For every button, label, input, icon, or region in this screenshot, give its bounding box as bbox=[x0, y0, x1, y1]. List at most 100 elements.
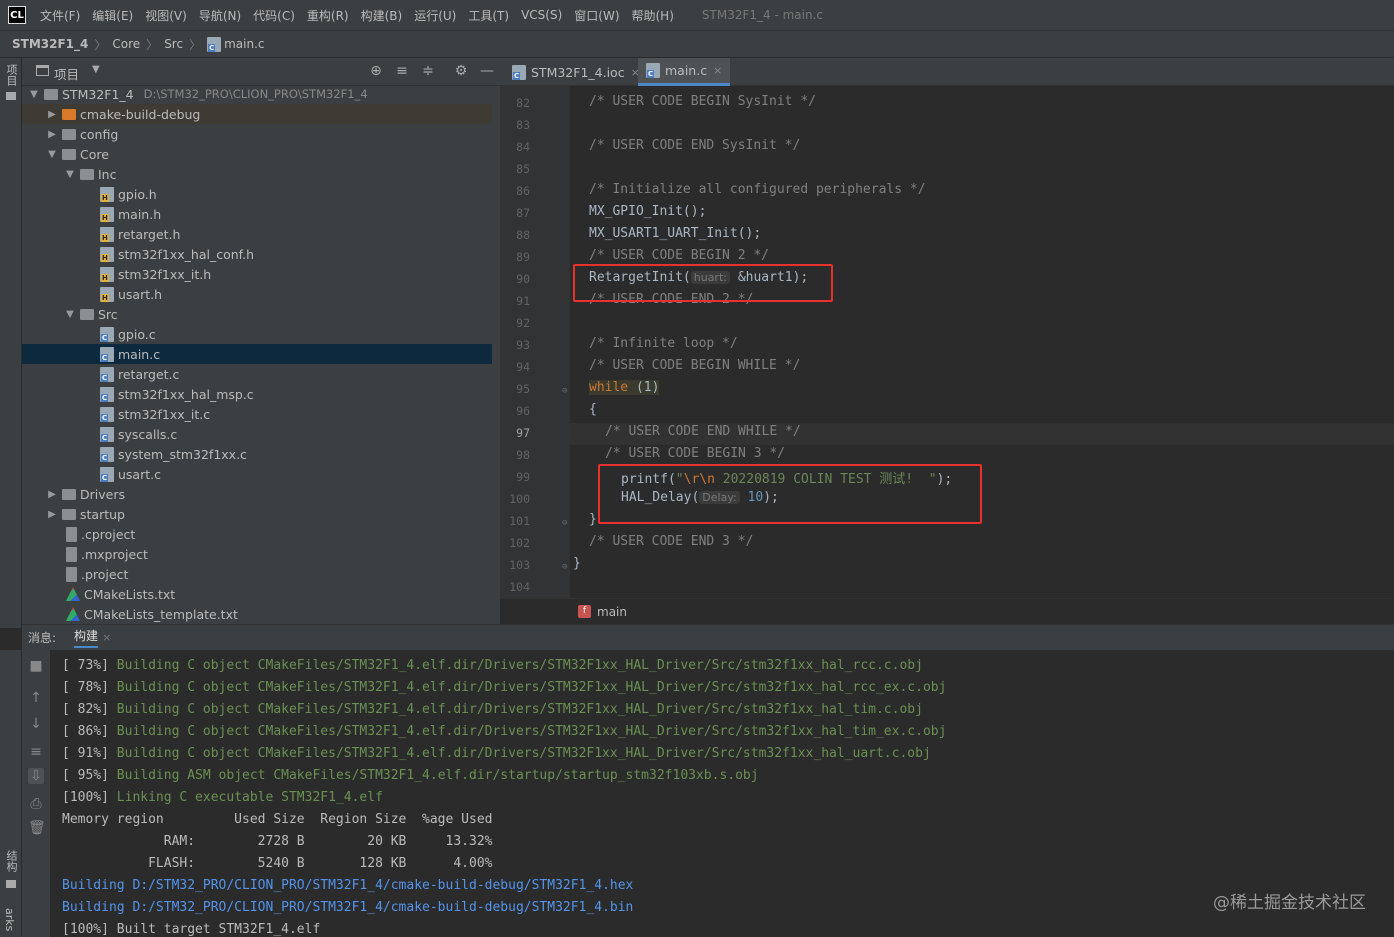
header-file-icon bbox=[100, 206, 114, 222]
breadcrumb-src[interactable]: Src bbox=[164, 37, 183, 51]
build-bin-link[interactable]: Building D:/STM32_PRO/CLION_PRO/STM32F1_… bbox=[62, 900, 633, 915]
tree-item-gpio-c[interactable]: gpio.c bbox=[22, 324, 492, 344]
menu-help[interactable]: 帮助(H) bbox=[626, 7, 680, 24]
scroll-to-end-icon[interactable]: ⇩ bbox=[28, 768, 44, 784]
tree-item-project[interactable]: .project bbox=[22, 564, 492, 584]
chevron-down-icon[interactable]: ▼ bbox=[64, 309, 76, 320]
fold-icon[interactable]: ⊖ bbox=[562, 562, 567, 572]
tree-item-startup[interactable]: ▶ startup bbox=[22, 504, 492, 524]
menu-navigate[interactable]: 导航(N) bbox=[193, 7, 247, 24]
chevron-down-icon[interactable]: ▼ bbox=[46, 149, 58, 160]
chevron-right-icon[interactable]: ▶ bbox=[46, 509, 58, 520]
c-file-icon bbox=[100, 426, 114, 442]
line-number: 94 bbox=[516, 360, 530, 374]
structure-tool-tab[interactable]: 结构 bbox=[3, 850, 19, 872]
tree-item-it-c[interactable]: stm32f1xx_it.c bbox=[22, 404, 492, 424]
build-toolbar: ■ ↑ ↓ ≡ ⇩ ⎙ 🗑 bbox=[22, 650, 50, 937]
line-number: 103 bbox=[509, 558, 530, 572]
menu-window[interactable]: 窗口(W) bbox=[568, 7, 625, 24]
build-hex-link[interactable]: Building D:/STM32_PRO/CLION_PRO/STM32F1_… bbox=[62, 878, 633, 893]
breadcrumb-file[interactable]: main.c bbox=[224, 37, 264, 51]
menu-file[interactable]: 文件(F) bbox=[34, 7, 86, 24]
tree-item-main-c[interactable]: main.c bbox=[22, 344, 492, 364]
chevron-right-icon[interactable]: ▶ bbox=[46, 109, 58, 120]
tree-item-main-h[interactable]: main.h bbox=[22, 204, 492, 224]
tree-item-hal-msp-c[interactable]: stm32f1xx_hal_msp.c bbox=[22, 384, 492, 404]
tree-item-src[interactable]: ▼ Src bbox=[22, 304, 492, 324]
highlight-box-loop bbox=[598, 464, 982, 524]
collapse-all-icon[interactable]: ≑ bbox=[420, 63, 436, 79]
minimize-icon[interactable]: — bbox=[479, 63, 495, 79]
tree-item-syscalls-c[interactable]: syscalls.c bbox=[22, 424, 492, 444]
tree-item-gpio-h[interactable]: gpio.h bbox=[22, 184, 492, 204]
arrow-up-icon[interactable]: ↑ bbox=[28, 690, 44, 706]
menu-view[interactable]: 视图(V) bbox=[139, 7, 193, 24]
tree-item-cproject[interactable]: .cproject bbox=[22, 524, 492, 544]
bookmarks-tool-tab[interactable]: arks bbox=[3, 908, 16, 931]
project-tool-tab[interactable]: 项目 bbox=[3, 64, 19, 86]
tree-item-core[interactable]: ▼ Core bbox=[22, 144, 492, 164]
tree-item-label: stm32f1xx_hal_conf.h bbox=[118, 246, 255, 262]
project-panel-title[interactable]: 项目 bbox=[54, 64, 79, 83]
tree-item-usart-c[interactable]: usart.c bbox=[22, 464, 492, 484]
tree-item-retarget-h[interactable]: retarget.h bbox=[22, 224, 492, 244]
menu-build[interactable]: 构建(B) bbox=[355, 7, 409, 24]
menu-vcs[interactable]: VCS(S) bbox=[515, 8, 568, 22]
tree-item-retarget-c[interactable]: retarget.c bbox=[22, 364, 492, 384]
close-icon[interactable]: × bbox=[713, 64, 722, 77]
tree-item-system-c[interactable]: system_stm32f1xx.c bbox=[22, 444, 492, 464]
menu-tools[interactable]: 工具(T) bbox=[462, 7, 515, 24]
tree-item-cmakelists[interactable]: CMakeLists.txt bbox=[22, 584, 492, 604]
chevron-down-icon[interactable]: ▼ bbox=[28, 89, 40, 100]
chevron-down-icon[interactable]: ▼ bbox=[92, 64, 100, 75]
tree-item-config[interactable]: ▶ config bbox=[22, 124, 492, 144]
arrow-down-icon[interactable]: ↓ bbox=[28, 716, 44, 732]
menu-run[interactable]: 运行(U) bbox=[408, 7, 462, 24]
tree-item-hal-conf-h[interactable]: stm32f1xx_hal_conf.h bbox=[22, 244, 492, 264]
tree-item-usart-h[interactable]: usart.h bbox=[22, 284, 492, 304]
code-line: /* USER CODE BEGIN 3 */ bbox=[605, 446, 786, 461]
chevron-right-icon[interactable]: ▶ bbox=[46, 129, 58, 140]
tab-build[interactable]: 构建 bbox=[74, 627, 99, 648]
gear-icon[interactable]: ⚙ bbox=[453, 63, 469, 79]
tree-item-it-h[interactable]: stm32f1xx_it.h bbox=[22, 264, 492, 284]
tab-ioc[interactable]: STM32F1_4.ioc × bbox=[504, 58, 648, 86]
tree-item-label: gpio.c bbox=[118, 326, 156, 342]
code-editor[interactable]: /* USER CODE BEGIN SysInit */ /* USER CO… bbox=[570, 86, 1394, 598]
tab-main-c[interactable]: main.c × bbox=[638, 58, 731, 86]
breadcrumb-project[interactable]: STM32F1_4 bbox=[12, 37, 88, 51]
cmake-icon bbox=[66, 607, 80, 621]
trash-icon[interactable]: 🗑 bbox=[28, 820, 46, 836]
menu-refactor[interactable]: 重构(R) bbox=[301, 7, 355, 24]
chevron-down-icon[interactable]: ▼ bbox=[64, 169, 76, 180]
tree-item-cmakelists-template[interactable]: CMakeLists_template.txt bbox=[22, 604, 492, 624]
tree-item-cmake-build-debug[interactable]: ▶ cmake-build-debug bbox=[22, 104, 492, 124]
locate-icon[interactable]: ⊕ bbox=[368, 63, 384, 79]
tree-item-label: stm32f1xx_it.h bbox=[118, 266, 212, 282]
soft-wrap-icon[interactable]: ≡ bbox=[28, 744, 44, 760]
stop-icon[interactable]: ■ bbox=[28, 658, 44, 674]
tree-item-mxproject[interactable]: .mxproject bbox=[22, 544, 492, 564]
window-title: STM32F1_4 - main.c bbox=[701, 8, 823, 22]
chevron-right-icon[interactable]: ▶ bbox=[46, 489, 58, 500]
expand-all-icon[interactable]: ≡ bbox=[394, 63, 410, 79]
folder-icon bbox=[6, 92, 16, 100]
fold-icon[interactable]: ⊖ bbox=[562, 386, 567, 396]
close-icon[interactable]: × bbox=[102, 631, 111, 644]
tree-item-label: .mxproject bbox=[81, 546, 148, 562]
tree-item-inc[interactable]: ▼ Inc bbox=[22, 164, 492, 184]
tree-item-drivers[interactable]: ▶ Drivers bbox=[22, 484, 492, 504]
menu-edit[interactable]: 编辑(E) bbox=[86, 7, 139, 24]
c-file-icon bbox=[100, 326, 114, 342]
menu-code[interactable]: 代码(C) bbox=[247, 7, 301, 24]
tree-root[interactable]: ▼ STM32F1_4 D:\STM32_PRO\CLION_PRO\STM32… bbox=[22, 84, 492, 104]
text-file-icon bbox=[66, 566, 77, 582]
header-file-icon bbox=[100, 226, 114, 242]
header-file-icon bbox=[100, 266, 114, 282]
print-icon[interactable]: ⎙ bbox=[28, 796, 44, 812]
breadcrumb-core[interactable]: Core bbox=[112, 37, 140, 51]
fold-icon[interactable]: ⊖ bbox=[562, 518, 567, 528]
memory-table-header: Memory region Used Size Region Size %age… bbox=[62, 812, 493, 827]
function-name[interactable]: main bbox=[597, 605, 627, 619]
build-output[interactable]: [ 73%] Building C object CMakeFiles/STM3… bbox=[50, 650, 1394, 937]
